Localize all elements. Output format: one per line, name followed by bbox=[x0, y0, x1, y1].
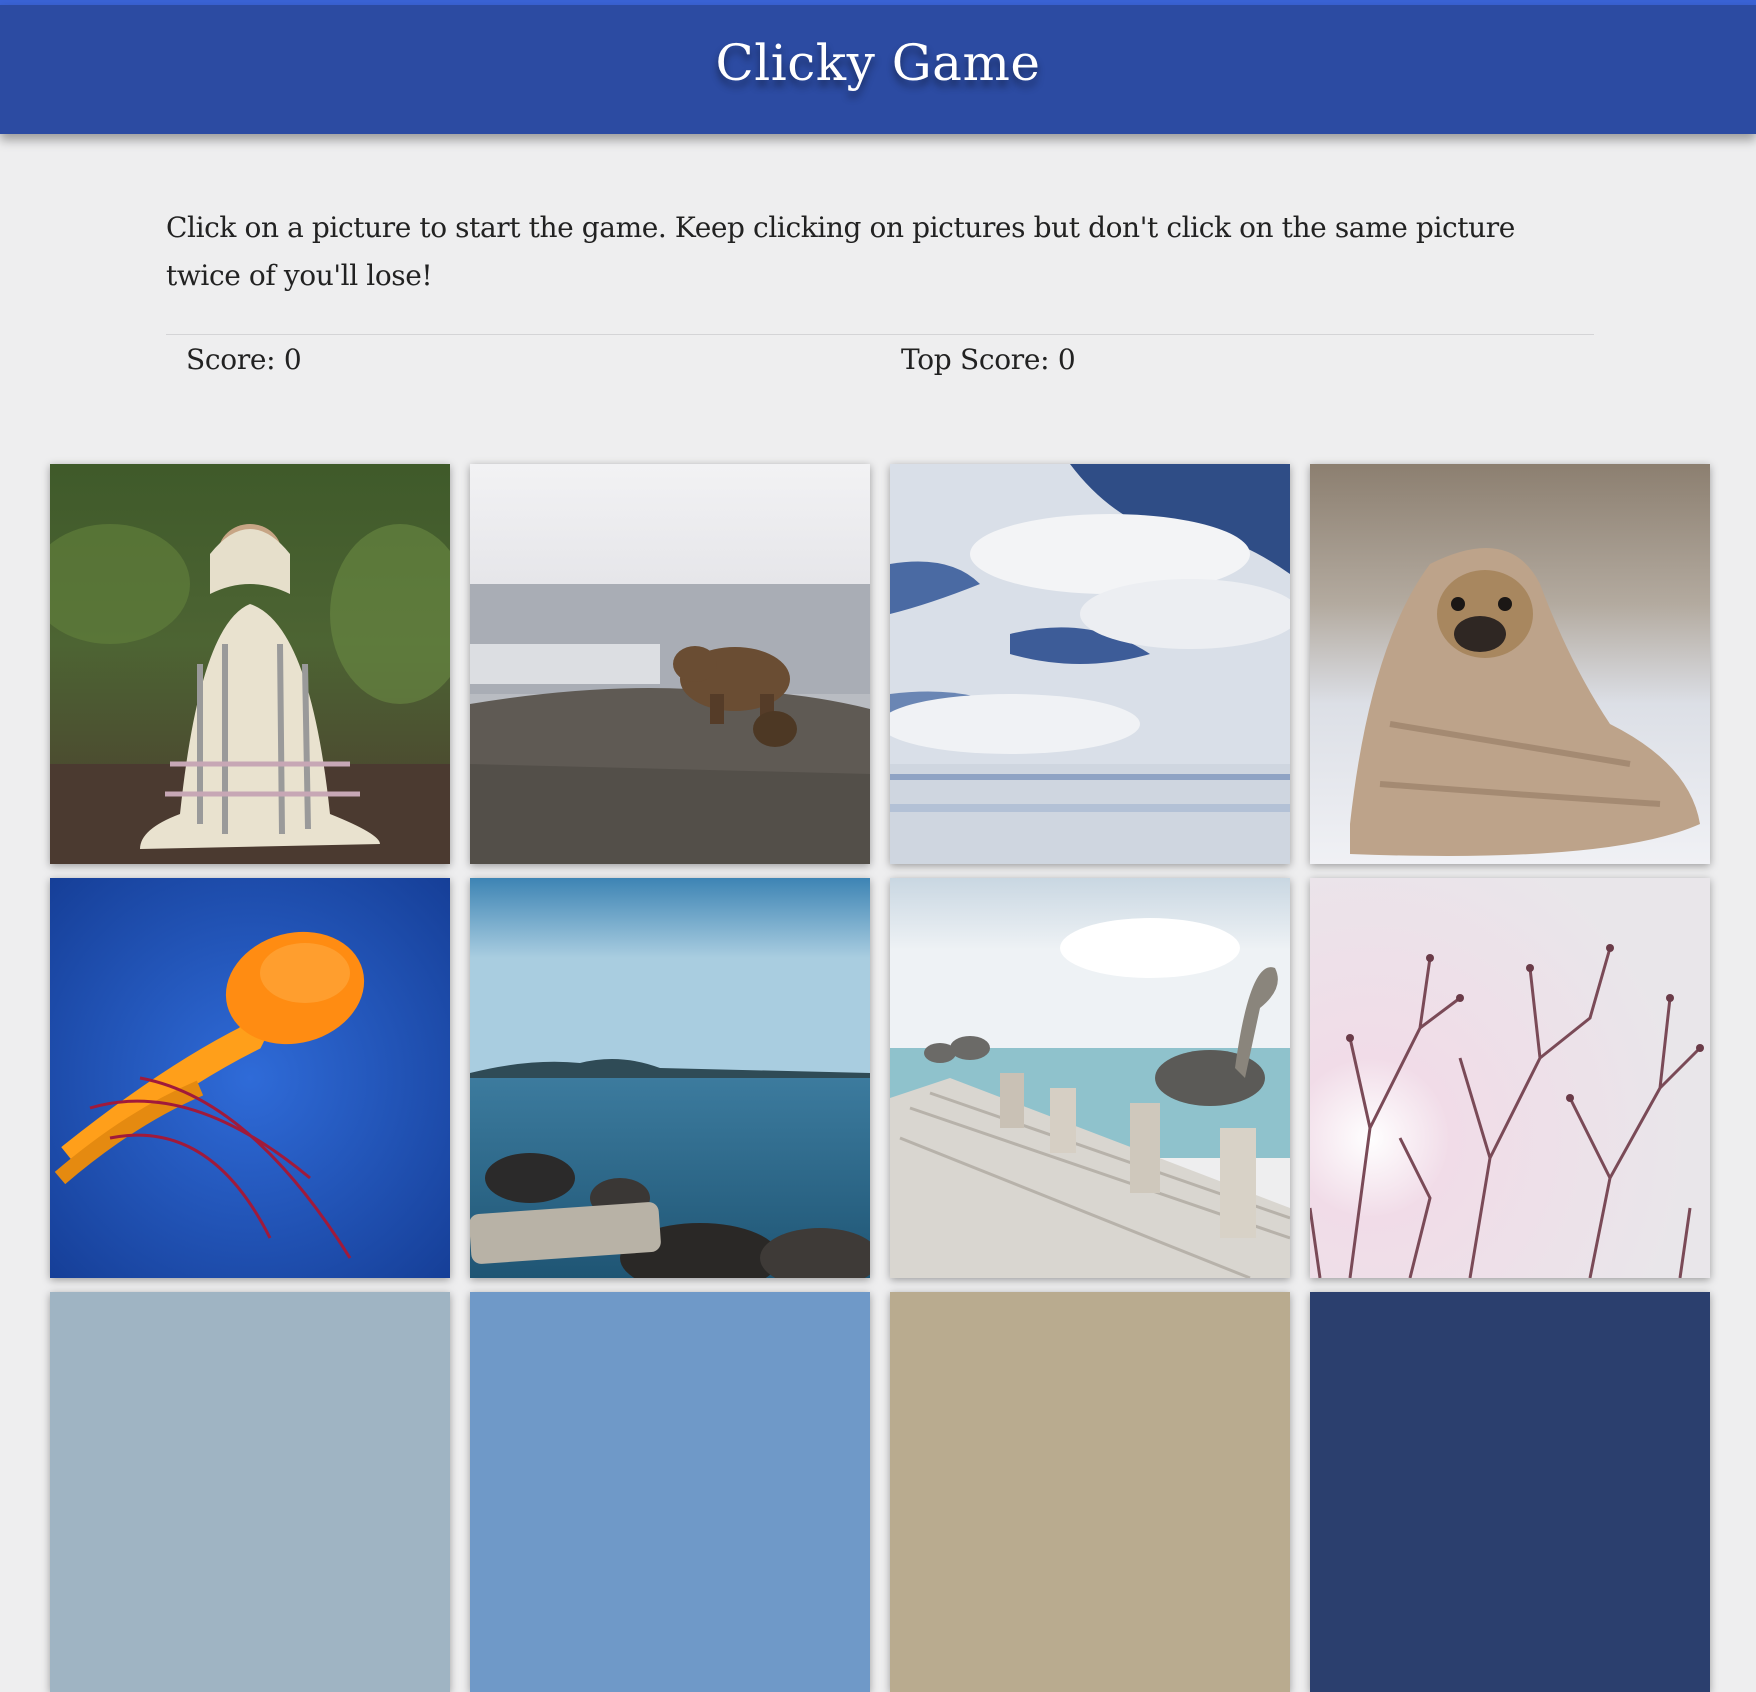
picture-card-jellyfish[interactable] bbox=[50, 878, 450, 1278]
picture-card-partial-2[interactable] bbox=[470, 1292, 870, 1692]
picture-card-pug-bed[interactable] bbox=[1310, 464, 1710, 864]
picture-card-branches[interactable] bbox=[1310, 878, 1710, 1278]
pelicans-pier-image bbox=[890, 878, 1290, 1278]
jellyfish-image bbox=[50, 878, 450, 1278]
picture-card-partial-4[interactable] bbox=[1310, 1292, 1710, 1692]
picture-card-bear[interactable] bbox=[470, 464, 870, 864]
score-display: Score: 0 bbox=[186, 343, 302, 376]
navbar: Clicky Game bbox=[0, 5, 1756, 134]
picture-card-clouds[interactable] bbox=[890, 464, 1290, 864]
lake-shore-image bbox=[470, 878, 870, 1278]
page-title: Clicky Game bbox=[715, 33, 1041, 92]
picture-card-pelicans[interactable] bbox=[890, 878, 1290, 1278]
picture-card-pug-forest[interactable] bbox=[50, 464, 450, 864]
picture-card-partial-3[interactable] bbox=[890, 1292, 1290, 1692]
partial-image-1 bbox=[50, 1292, 450, 1692]
partial-image-3 bbox=[890, 1292, 1290, 1692]
tree-branches-image bbox=[1310, 878, 1710, 1278]
pug-blanket-forest-image bbox=[50, 464, 450, 864]
top-score-display: Top Score: 0 bbox=[901, 343, 1076, 376]
bear-rocks-image bbox=[470, 464, 870, 864]
pug-blanket-bed-image bbox=[1310, 464, 1710, 864]
partial-image-2 bbox=[470, 1292, 870, 1692]
picture-card-lake[interactable] bbox=[470, 878, 870, 1278]
clouds-sky-image bbox=[890, 464, 1290, 864]
picture-card-partial-1[interactable] bbox=[50, 1292, 450, 1692]
partial-image-4 bbox=[1310, 1292, 1710, 1692]
instructions-text: Click on a picture to start the game. Ke… bbox=[166, 211, 1515, 292]
score-bar: Score: 0 Top Score: 0 bbox=[166, 334, 1594, 395]
